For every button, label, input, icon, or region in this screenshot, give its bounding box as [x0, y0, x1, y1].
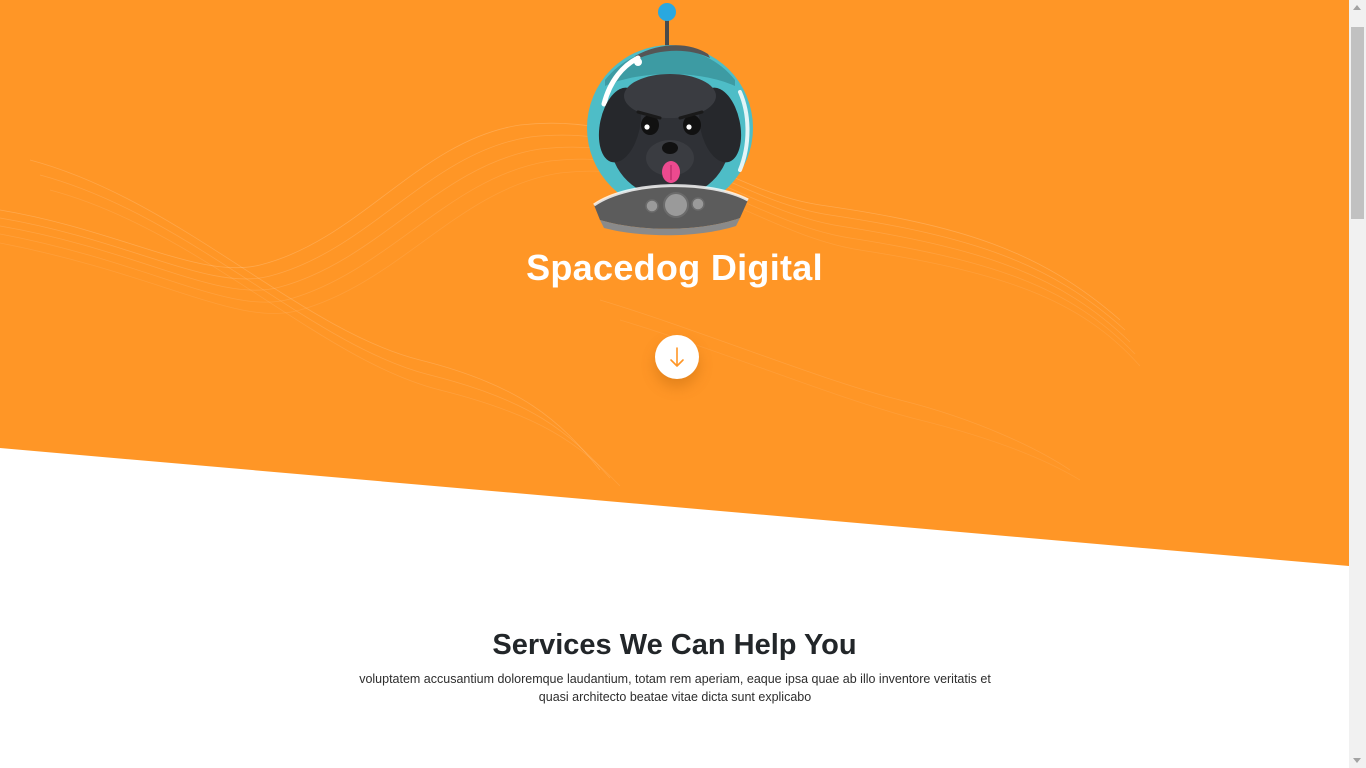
- scrollbar-thumb[interactable]: [1351, 27, 1364, 219]
- arrow-down-icon: [669, 346, 685, 368]
- hero-title: Spacedog Digital: [526, 247, 823, 288]
- scroll-up-arrow-icon[interactable]: [1353, 5, 1361, 10]
- scroll-down-button[interactable]: [655, 335, 699, 379]
- page: Spacedog Digital Services We Can Help Yo…: [0, 0, 1349, 768]
- spacedog-logo-icon: [587, 3, 753, 236]
- scroll-down-arrow-icon[interactable]: [1353, 758, 1361, 763]
- services-description: voluptatem accusantium doloremque laudan…: [359, 672, 991, 704]
- services-title: Services We Can Help You: [492, 629, 857, 661]
- page-scrollbar[interactable]: [1349, 0, 1366, 768]
